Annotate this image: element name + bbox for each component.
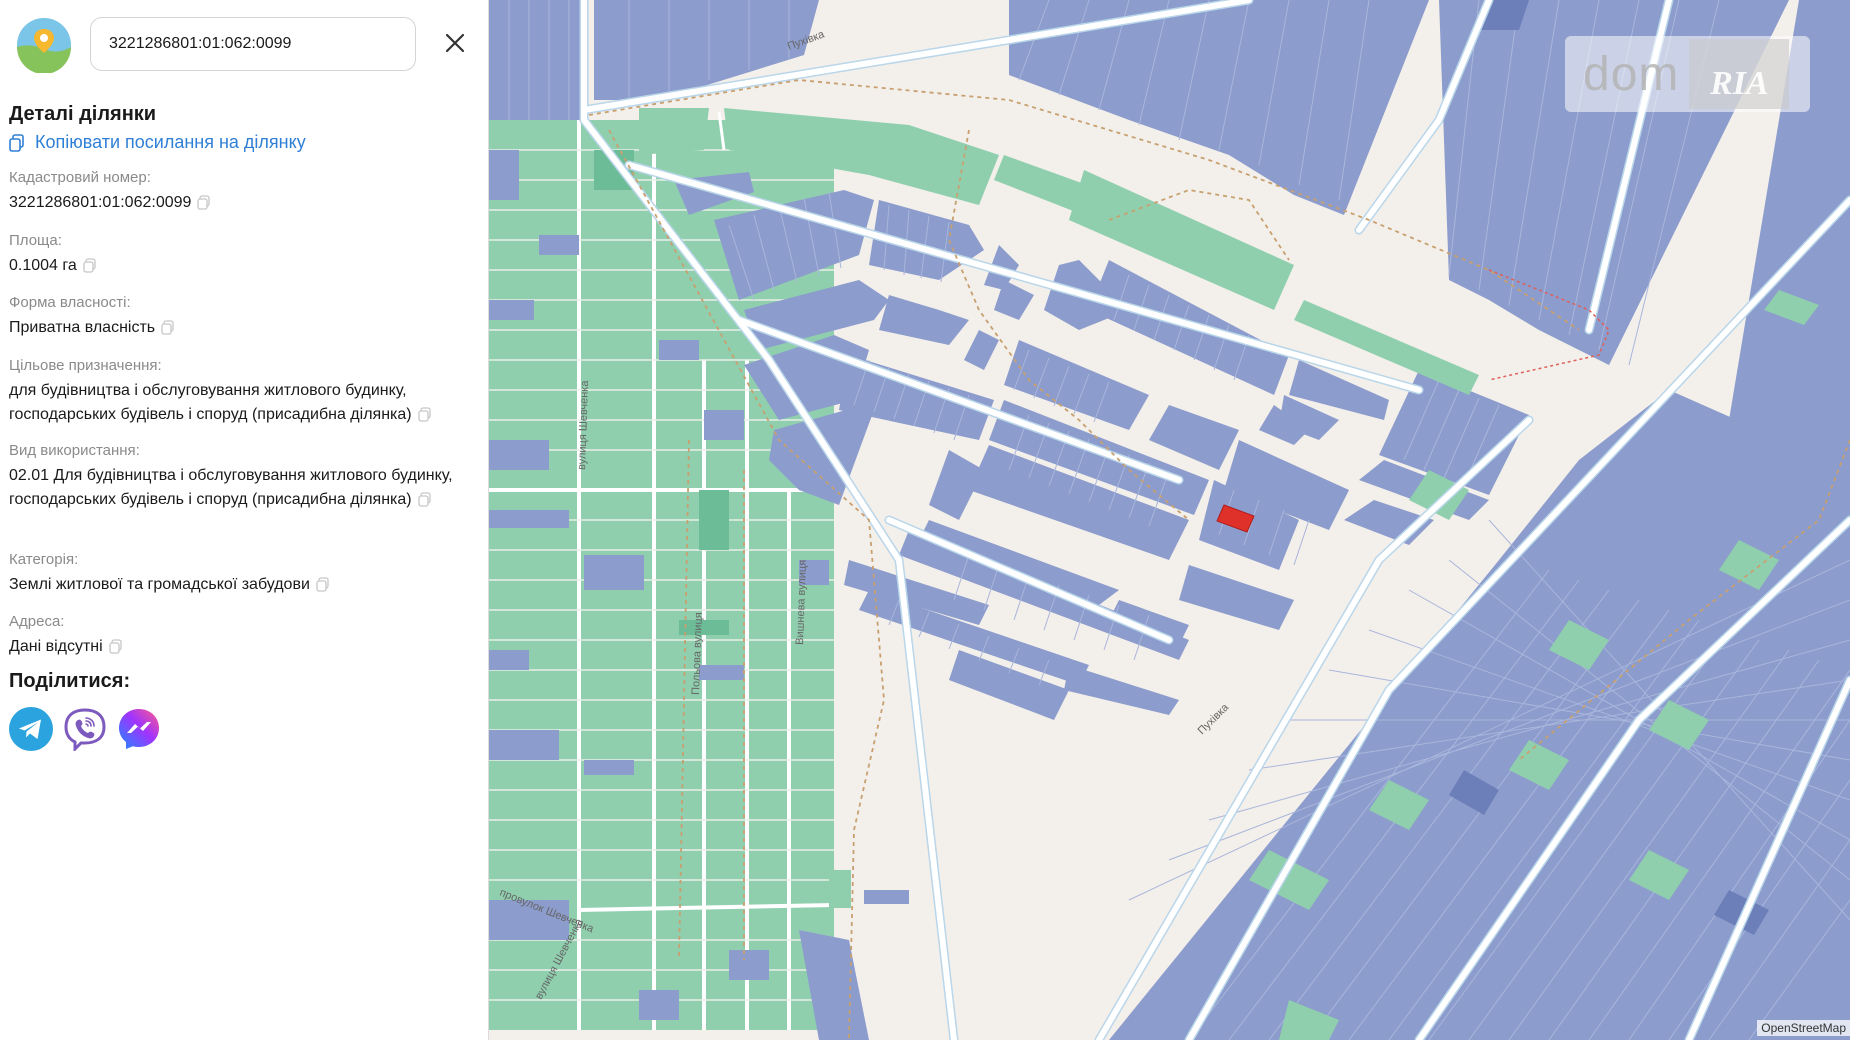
copy-value-icon[interactable] — [316, 577, 329, 592]
field-value: 02.01 Для будівництва і обслуговування ж… — [9, 467, 453, 508]
field-value: 3221286801:01:062:0099 — [9, 194, 192, 211]
copy-value-icon[interactable] — [417, 492, 431, 507]
field-label: Адреса: — [9, 613, 65, 630]
copy-value-icon[interactable] — [161, 320, 174, 335]
field-area: Площа: 0.1004 га — [9, 231, 469, 278]
copy-value-icon[interactable] — [83, 258, 96, 273]
field-label: Площа: — [9, 232, 62, 249]
copy-icon — [9, 133, 24, 152]
field-value: для будівництва і обслуговування житлово… — [9, 382, 412, 423]
field-label: Кадастровий номер: — [9, 169, 151, 186]
field-usage: Вид використання: 02.01 Для будівництва … — [9, 441, 469, 512]
messenger-icon — [119, 709, 159, 749]
map-canvas[interactable]: Пухівка вулиця Шевченка Польова вулиця В… — [489, 0, 1850, 1040]
field-cadastral-number: Кадастровий номер: 3221286801:01:062:009… — [9, 168, 469, 215]
field-label: Цільове призначення: — [9, 357, 162, 374]
field-value: Приватна власність — [9, 319, 156, 336]
search-input[interactable]: 3221286801:01:062:0099 — [90, 17, 416, 71]
search-input-value: 3221286801:01:062:0099 — [109, 35, 292, 52]
field-value: 0.1004 га — [9, 257, 77, 274]
field-label: Категорія: — [9, 551, 79, 568]
watermark-dom-text: dom — [1583, 47, 1680, 101]
details-title: Деталі ділянки — [9, 103, 157, 125]
domria-watermark: dom RIA — [1565, 36, 1810, 112]
close-icon — [445, 33, 465, 53]
copy-value-icon[interactable] — [109, 639, 122, 654]
field-label: Форма власності: — [9, 294, 131, 311]
share-messenger-button[interactable] — [117, 707, 161, 751]
map-attribution[interactable]: OpenStreetMap — [1757, 1020, 1850, 1036]
field-value: Дані відсутні — [9, 638, 103, 655]
copy-link-label: Копіювати посилання на ділянку — [35, 132, 306, 152]
share-viber-button[interactable] — [63, 707, 107, 753]
field-label: Вид використання: — [9, 442, 140, 459]
details-panel: 3221286801:01:062:0099 Деталі ділянки Ко… — [0, 0, 489, 1040]
share-telegram-button[interactable] — [9, 707, 53, 751]
copy-value-icon[interactable] — [197, 195, 211, 210]
watermark-ria-logo: RIA — [1689, 39, 1790, 109]
field-ownership: Форма власності: Приватна власність — [9, 293, 469, 340]
field-address: Адреса: Дані відсутні — [9, 612, 469, 659]
copy-link-button[interactable]: Копіювати посилання на ділянку — [9, 132, 306, 153]
telegram-icon — [9, 707, 53, 751]
copy-value-icon[interactable] — [417, 407, 431, 422]
field-category: Категорія: Землі житлової та громадської… — [9, 550, 469, 597]
map-view[interactable]: Пухівка вулиця Шевченка Польова вулиця В… — [489, 0, 1850, 1040]
viber-icon — [64, 708, 106, 753]
field-purpose: Цільове призначення: для будівництва і о… — [9, 356, 469, 427]
field-value: Землі житлової та громадської забудови — [9, 576, 310, 593]
close-button[interactable] — [440, 28, 470, 58]
share-title: Поділитися: — [9, 670, 131, 692]
app-logo-icon[interactable] — [16, 17, 72, 74]
